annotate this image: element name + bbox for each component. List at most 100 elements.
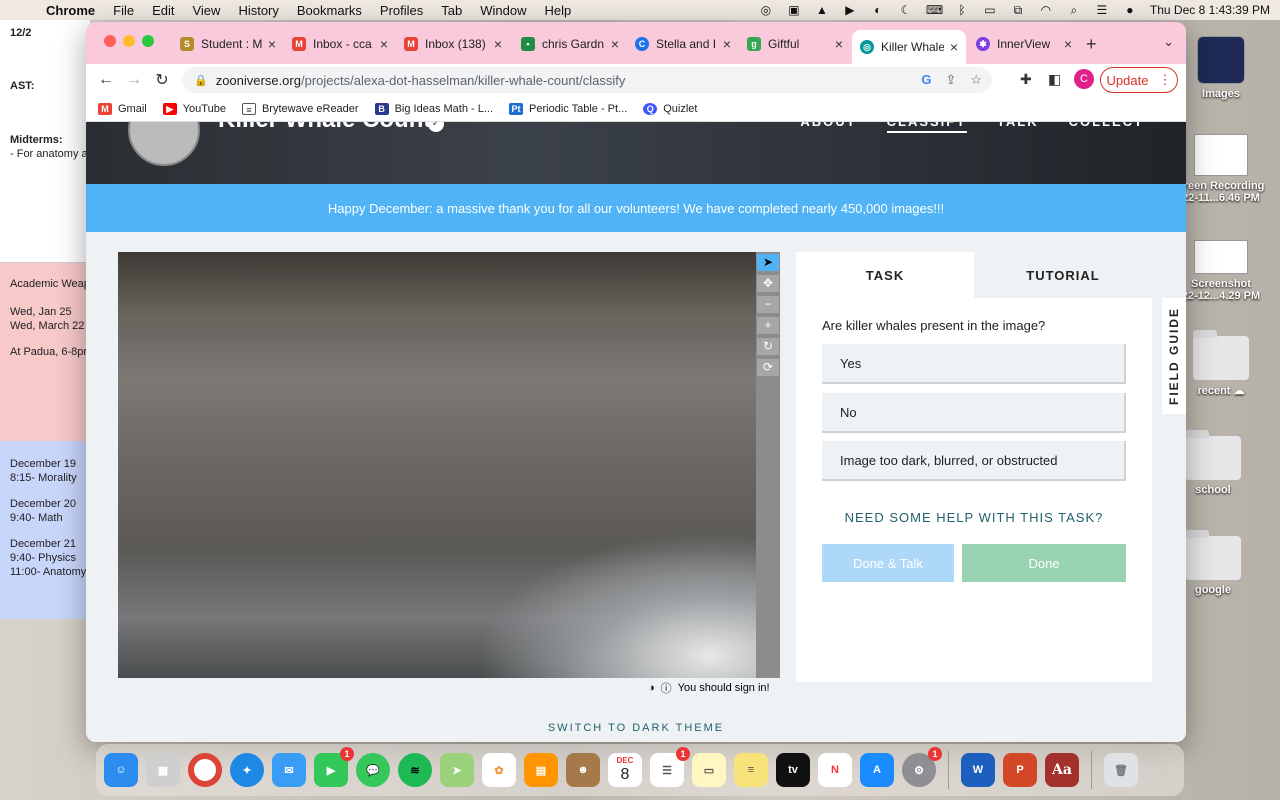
bluetooth-icon[interactable]: ᛒ	[954, 3, 970, 17]
address-bar[interactable]: 🔒 zooniverse.org/projects/alexa-dot-hass…	[182, 67, 992, 93]
stickies-icon[interactable]: ≡	[734, 753, 768, 787]
kebab-menu-icon[interactable]: ⋮	[1158, 72, 1171, 88]
project-avatar[interactable]	[128, 122, 200, 166]
bookmark-gmail[interactable]: M Gmail	[98, 102, 147, 115]
sticky-note-white[interactable]: 12/2 AST: Midterms: - For anatomy a	[0, 20, 90, 263]
apple-tv-icon[interactable]: tv	[776, 753, 810, 787]
menu-clock[interactable]: Thu Dec 8 1:43:39 PM	[1150, 3, 1270, 17]
keyboard-icon[interactable]: ⌨	[926, 3, 943, 17]
desktop-images-folder[interactable]: Images	[1173, 36, 1269, 100]
move-icon[interactable]: ✥	[757, 275, 779, 292]
wifi-icon[interactable]: ◠	[1038, 3, 1054, 17]
answer-yes-button[interactable]: Yes	[822, 344, 1126, 384]
play-icon[interactable]: ▶	[842, 3, 858, 17]
trash-icon[interactable]: 🗑	[1104, 753, 1138, 787]
close-tab-icon[interactable]: ×	[835, 36, 843, 52]
close-tab-icon[interactable]: ×	[268, 36, 276, 52]
close-window-button[interactable]	[104, 35, 116, 47]
news-icon[interactable]: N	[818, 753, 852, 787]
messages-icon[interactable]: 💬	[356, 753, 390, 787]
back-arrow-icon[interactable]: ←	[92, 71, 120, 89]
bookmark-big-ideas-math[interactable]: B Big Ideas Math - L...	[374, 102, 493, 115]
maps-icon[interactable]: ➤	[440, 753, 474, 787]
side-panel-icon[interactable]: ◧	[1048, 71, 1061, 88]
screen-time-icon[interactable]: ◐	[870, 3, 886, 17]
desktop-screen-recording[interactable]: creen Recording 22-11...6.46 PM	[1173, 134, 1269, 204]
five-icon[interactable]: ▣	[786, 3, 802, 17]
tab-killer-whale[interactable]: ◎ Killer Whale ×	[852, 30, 966, 64]
switch-dark-theme-link[interactable]: SWITCH TO DARK THEME	[86, 722, 1186, 734]
mail-icon[interactable]: ✉	[272, 753, 306, 787]
answer-no-button[interactable]: No	[822, 393, 1126, 433]
answer-too-dark-button[interactable]: Image too dark, blurred, or obstructed	[822, 441, 1126, 481]
reload-icon[interactable]: ↻	[148, 70, 176, 90]
spotify-icon[interactable]: ≋	[398, 753, 432, 787]
tab-inbox-138[interactable]: M Inbox (138) ×	[396, 30, 510, 58]
nav-about[interactable]: ABOUT	[800, 122, 856, 133]
finder-icon[interactable]: ☺	[104, 753, 138, 787]
tab-stella[interactable]: C Stella and I ×	[627, 30, 739, 58]
close-tab-icon[interactable]: ×	[1064, 36, 1072, 52]
rotate-icon[interactable]: ↻	[757, 338, 779, 355]
menu-bookmarks[interactable]: Bookmarks	[288, 3, 371, 18]
field-guide-button[interactable]: FIELD GUIDE	[1162, 298, 1186, 414]
zoom-in-icon[interactable]: +	[757, 317, 779, 334]
close-tab-icon[interactable]: ×	[723, 36, 731, 52]
launchpad-icon[interactable]: ▦	[146, 753, 180, 787]
menu-window[interactable]: Window	[471, 3, 535, 18]
safari-icon[interactable]: ✦	[230, 753, 264, 787]
siri-icon[interactable]: ●	[1122, 3, 1138, 17]
battery-icon[interactable]: ▭	[982, 3, 998, 17]
screen-mirror-icon[interactable]: ⧉	[1010, 3, 1026, 18]
bookmark-youtube[interactable]: ▶ YouTube	[162, 102, 226, 115]
photos-icon[interactable]: ✿	[482, 753, 516, 787]
minimize-window-button[interactable]	[123, 35, 135, 47]
menu-view[interactable]: View	[183, 3, 229, 18]
app-store-icon[interactable]: A	[860, 753, 894, 787]
update-button[interactable]: Update ⋮	[1100, 67, 1178, 93]
reset-icon[interactable]: ⟳	[757, 359, 779, 376]
zoom-window-button[interactable]	[142, 35, 154, 47]
share-icon[interactable]: ⇪	[945, 72, 956, 88]
tab-tutorial[interactable]: TUTORIAL	[974, 252, 1152, 298]
menu-file[interactable]: File	[104, 3, 143, 18]
menu-app-name[interactable]: Chrome	[34, 3, 104, 18]
tab-search-chevron-icon[interactable]: ⌄	[1163, 34, 1174, 50]
forward-arrow-icon[interactable]: →	[120, 71, 148, 89]
facetime-icon[interactable]: ▶ 1	[314, 747, 354, 787]
menu-edit[interactable]: Edit	[143, 3, 183, 18]
nav-classify[interactable]: CLASSIFY	[886, 122, 967, 133]
info-icon[interactable]: ⓘ	[661, 680, 672, 696]
menu-profiles[interactable]: Profiles	[371, 3, 432, 18]
tab-task[interactable]: TASK	[796, 252, 974, 298]
close-tab-icon[interactable]: ×	[611, 36, 619, 52]
word-icon[interactable]: W	[961, 753, 995, 787]
sticky-note-pink[interactable]: Academic Weap Wed, Jan 25 Wed, March 22 …	[0, 263, 90, 441]
subject-image[interactable]	[118, 252, 756, 678]
nav-collect[interactable]: COLLECT	[1069, 122, 1144, 133]
bookmark-periodic-table[interactable]: Pt Periodic Table - Pt...	[509, 102, 627, 115]
powerpoint-icon[interactable]: P	[1003, 753, 1037, 787]
sticky-note-blue[interactable]: December 19 8:15- Morality December 20 9…	[0, 441, 90, 619]
notes-icon[interactable]: ▭	[692, 753, 726, 787]
invert-colors-icon[interactable]: ◑	[648, 682, 655, 694]
menu-help[interactable]: Help	[536, 3, 581, 18]
extensions-puzzle-icon[interactable]: ✚	[1020, 71, 1032, 88]
google-lens-icon[interactable]: G	[921, 72, 931, 88]
books-icon[interactable]: ▤	[524, 753, 558, 787]
new-tab-icon[interactable]: +	[1086, 34, 1097, 55]
close-tab-icon[interactable]: ×	[380, 36, 388, 52]
bookmark-star-icon[interactable]: ☆	[970, 72, 982, 88]
project-title[interactable]: Killer Whale Count	[218, 122, 431, 134]
system-preferences-icon[interactable]: ⚙ 1	[902, 747, 942, 787]
tab-innerview[interactable]: ✱ InnerView ×	[968, 30, 1080, 58]
desktop-recent-folder[interactable]: recent ☁	[1173, 330, 1269, 397]
app-status-icon[interactable]: ▲	[814, 3, 830, 17]
zoom-out-icon[interactable]: −	[757, 296, 779, 313]
close-tab-icon[interactable]: ×	[950, 39, 958, 55]
tab-giftful[interactable]: g Giftful ×	[739, 30, 851, 58]
desktop-screenshot[interactable]: Screenshot 22-12...4.29 PM	[1173, 240, 1269, 302]
tab-student[interactable]: S Student : M ×	[172, 30, 284, 58]
task-help-link[interactable]: NEED SOME HELP WITH THIS TASK?	[796, 510, 1152, 525]
tab-chris-gardner[interactable]: ▪ chris Gardn ×	[513, 30, 627, 58]
